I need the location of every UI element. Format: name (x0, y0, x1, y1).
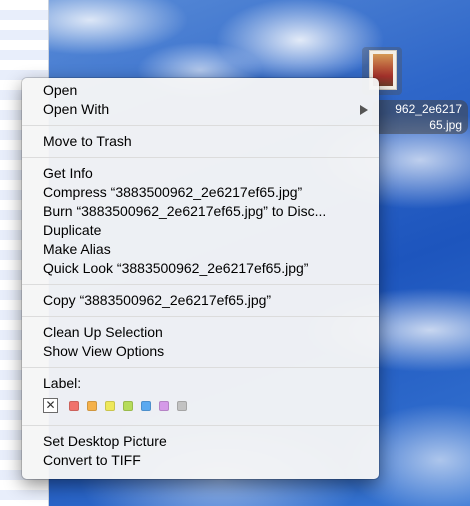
menu-separator (22, 157, 379, 158)
menu-separator (22, 316, 379, 317)
menu-separator (22, 367, 379, 368)
menu-item-duplicate[interactable]: Duplicate (22, 221, 379, 240)
menu-item-quick-look[interactable]: Quick Look “3883500962_2e6217ef65.jpg” (22, 259, 379, 278)
menu-separator (22, 425, 379, 426)
label-green-swatch[interactable] (123, 401, 133, 411)
menu-item-open-with[interactable]: Open With (22, 100, 379, 119)
menu-item-convert-to-tiff[interactable]: Convert to TIFF (22, 451, 379, 470)
menu-item-clean-up-selection[interactable]: Clean Up Selection (22, 323, 379, 342)
menu-item-get-info[interactable]: Get Info (22, 164, 379, 183)
label-blue-swatch[interactable] (141, 401, 151, 411)
label-orange-swatch[interactable] (87, 401, 97, 411)
file-name-line-2: 65.jpg (429, 118, 462, 132)
label-purple-swatch[interactable] (159, 401, 169, 411)
label-red-swatch[interactable] (69, 401, 79, 411)
label-color-picker: ✕ (22, 393, 379, 419)
menu-item-compress[interactable]: Compress “3883500962_2e6217ef65.jpg” (22, 183, 379, 202)
menu-separator (22, 284, 379, 285)
context-menu: Open Open With Move to Trash Get Info Co… (22, 78, 379, 479)
label-gray-swatch[interactable] (177, 401, 187, 411)
submenu-arrow-icon (360, 105, 368, 115)
menu-item-open[interactable]: Open (22, 81, 379, 100)
menu-separator (22, 125, 379, 126)
menu-item-move-to-trash[interactable]: Move to Trash (22, 132, 379, 151)
menu-item-set-desktop-picture[interactable]: Set Desktop Picture (22, 432, 379, 451)
file-name-label[interactable]: 962_2e6217 65.jpg (372, 100, 468, 134)
label-none-button[interactable]: ✕ (43, 398, 58, 413)
menu-item-burn-to-disc[interactable]: Burn “3883500962_2e6217ef65.jpg” to Disc… (22, 202, 379, 221)
menu-item-open-with-label: Open With (43, 101, 110, 117)
menu-item-show-view-options[interactable]: Show View Options (22, 342, 379, 361)
menu-item-make-alias[interactable]: Make Alias (22, 240, 379, 259)
label-yellow-swatch[interactable] (105, 401, 115, 411)
file-name-line-1: 962_2e6217 (395, 102, 462, 116)
menu-item-copy[interactable]: Copy “3883500962_2e6217ef65.jpg” (22, 291, 379, 310)
label-heading: Label: (43, 375, 82, 391)
